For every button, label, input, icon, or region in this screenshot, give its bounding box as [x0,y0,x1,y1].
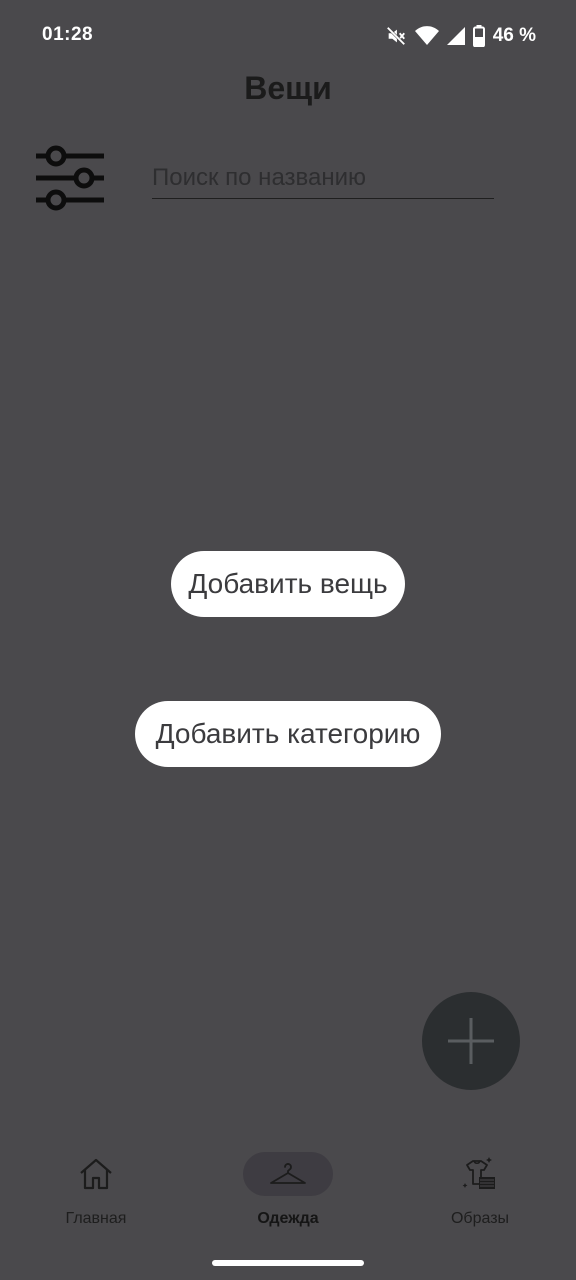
search-input[interactable] [152,158,494,198]
wifi-icon [414,26,439,46]
mute-icon [385,25,407,47]
nav-label-clothes: Одежда [257,1210,319,1227]
nav-active-indicator [243,1152,333,1196]
filter-sliders-icon [36,145,104,211]
signal-icon [446,27,465,45]
home-icon [80,1158,112,1190]
battery-icon [472,25,485,47]
nav-label-outfits: Образы [450,1210,510,1227]
plus-icon [448,1018,494,1064]
fab-close-button[interactable] [422,992,520,1090]
gesture-bar[interactable] [212,1260,364,1266]
status-bar: 01:28 46 % [0,0,576,72]
page-title: Вещи [244,70,332,106]
add-item-button[interactable]: Добавить вещь [171,551,405,617]
filter-button[interactable] [34,144,106,212]
nav-icon-container [435,1152,525,1196]
nav-item-outfits[interactable]: Образы [384,1140,576,1240]
nav-item-home[interactable]: Главная [0,1140,192,1240]
nav-label-home: Главная [65,1210,127,1227]
outfits-icon [462,1157,495,1189]
status-icons: 46 % [385,22,536,50]
status-time: 01:28 [42,24,94,45]
bottom-navigation: Главная Одежда Образы [0,1140,576,1280]
search-field [152,158,494,199]
nav-icon-container [51,1152,141,1196]
add-category-button[interactable]: Добавить категорию [135,701,441,767]
hanger-icon [270,1163,306,1184]
nav-item-clothes[interactable]: Одежда [192,1140,384,1240]
battery-percent: 46 % [492,25,536,46]
